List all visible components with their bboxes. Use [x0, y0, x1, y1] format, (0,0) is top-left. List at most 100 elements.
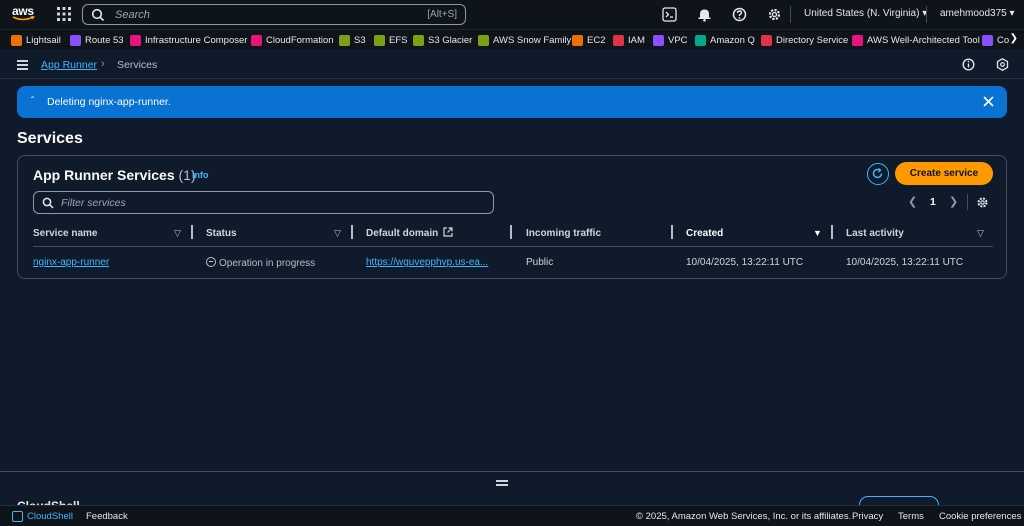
nav-divider	[926, 6, 927, 23]
favorite-infrastructure-composer[interactable]: Infrastructure Composer	[130, 33, 247, 47]
column-header-default-domain[interactable]: Default domain	[366, 228, 438, 239]
footer-cloudshell-link[interactable]: CloudShell	[27, 511, 73, 522]
previous-page-icon[interactable]: ❮	[908, 195, 917, 208]
status-cell: Operation in progress	[206, 257, 315, 269]
favorite-lightsail[interactable]: Lightsail	[11, 33, 61, 47]
sort-descending-icon[interactable]: ▼	[813, 228, 822, 238]
column-resizer[interactable]	[510, 225, 512, 239]
favorite-route53[interactable]: Route 53	[70, 33, 124, 47]
favorite-directory-service[interactable]: Directory Service	[761, 33, 848, 47]
current-page-number[interactable]: 1	[930, 196, 936, 208]
help-icon[interactable]	[732, 7, 747, 22]
cloudformation-icon	[251, 34, 262, 46]
favorite-label: Directory Service	[776, 34, 849, 46]
favorite-label: IAM	[628, 34, 645, 46]
footer-cookie-preferences-link[interactable]: Cookie preferences	[939, 511, 1021, 522]
table-settings-gear-icon[interactable]	[976, 196, 989, 209]
header-divider	[33, 246, 993, 247]
next-page-icon[interactable]: ❯	[949, 195, 958, 208]
search-shortcut: [Alt+S]	[427, 9, 457, 20]
global-search-input[interactable]: Search [Alt+S]	[82, 4, 466, 25]
spinner-icon: ˆ	[31, 96, 35, 107]
aws-logo[interactable]: aws	[12, 5, 36, 23]
panel-title-text: App Runner Services	[33, 167, 175, 183]
created-cell: 10/04/2025, 13:22:11 UTC	[686, 257, 804, 268]
services-table-container: App Runner Services (1) Info Create serv…	[17, 155, 1007, 279]
bell-icon[interactable]	[697, 7, 712, 22]
default-domain-link[interactable]: https://wguvepphvp.us-ea...	[366, 257, 488, 268]
favorite-co[interactable]: Co	[982, 33, 1009, 47]
favorite-label: Co	[997, 34, 1010, 46]
s3-icon	[339, 34, 350, 46]
account-menu[interactable]: amehmood375 ▾	[940, 8, 1015, 19]
footer: CloudShell Feedback © 2025, Amazon Web S…	[0, 505, 1024, 526]
favorite-vpc[interactable]: VPC	[653, 33, 688, 47]
route53-icon	[70, 34, 81, 46]
favorite-amazon-q[interactable]: Amazon Q	[695, 33, 755, 47]
service-name-link[interactable]: nginx-app-runner	[33, 257, 109, 268]
column-header-status[interactable]: Status	[206, 228, 237, 239]
favorite-label: Route 53	[85, 34, 124, 46]
favorite-efs[interactable]: EFS	[374, 33, 407, 47]
footer-terms-link[interactable]: Terms	[898, 511, 924, 522]
favorite-s3-glacier[interactable]: S3 Glacier	[413, 33, 472, 47]
favorite-iam[interactable]: IAM	[613, 33, 645, 47]
favorite-aws-snow-family[interactable]: AWS Snow Family	[478, 33, 571, 47]
favorite-ec2[interactable]: EC2	[572, 33, 605, 47]
column-resizer[interactable]	[351, 225, 353, 239]
favorite-label: Lightsail	[26, 34, 61, 46]
sort-icon[interactable]: ▽	[174, 228, 181, 239]
gear-icon[interactable]	[767, 7, 782, 22]
region-selector[interactable]: United States (N. Virginia) ▾	[804, 8, 927, 19]
info-link[interactable]: Info	[192, 170, 209, 180]
footer-privacy-link[interactable]: Privacy	[852, 511, 883, 522]
favorite-label: S3 Glacier	[428, 34, 473, 46]
filter-services-input[interactable]: Filter services	[33, 191, 494, 214]
breadcrumb-bar: App Runner › Services	[0, 50, 1024, 79]
incoming-traffic-cell: Public	[526, 257, 554, 268]
sort-icon[interactable]: ▽	[977, 228, 984, 239]
menu-icon[interactable]	[17, 60, 28, 70]
favorite-s3[interactable]: S3	[339, 33, 366, 47]
favorite-label: AWS Well-Architected Tool	[867, 34, 980, 46]
favorite-label: EC2	[587, 34, 606, 46]
infrastructure-composer-icon	[130, 34, 141, 46]
search-icon	[42, 197, 54, 209]
ec2-icon	[572, 34, 583, 46]
cloudshell-icon[interactable]	[662, 7, 677, 22]
resize-handle-icon[interactable]	[496, 480, 508, 486]
page-title: Services	[17, 130, 83, 147]
last-activity-cell: 10/04/2025, 13:22:11 UTC	[846, 257, 964, 268]
column-resizer[interactable]	[831, 225, 833, 239]
footer-copyright: © 2025, Amazon Web Services, Inc. or its…	[636, 511, 852, 522]
iam-icon	[613, 34, 624, 46]
chevron-right-icon[interactable]: ❯	[1010, 33, 1018, 44]
column-header-incoming-traffic: Incoming traffic	[526, 228, 602, 239]
breadcrumb-app-runner[interactable]: App Runner	[41, 59, 97, 71]
column-header-created[interactable]: Created	[686, 228, 723, 239]
column-header-last-activity[interactable]: Last activity	[846, 228, 904, 239]
in-progress-icon	[206, 257, 216, 267]
flash-notification: ˆ Deleting nginx-app-runner.	[17, 86, 1007, 118]
s3-glacier-icon	[413, 34, 424, 46]
favorite-well-architected-tool[interactable]: AWS Well-Architected Tool	[852, 33, 980, 47]
aws-logo-text: aws	[12, 4, 34, 18]
column-header-service-name[interactable]: Service name	[33, 228, 98, 239]
sort-icon[interactable]: ▽	[334, 228, 341, 239]
lightsail-icon	[11, 34, 22, 46]
help-panel-icon[interactable]	[996, 58, 1009, 71]
services-grid-icon[interactable]	[57, 7, 71, 21]
efs-icon	[374, 34, 385, 46]
close-icon[interactable]	[982, 95, 995, 108]
search-placeholder: Search	[115, 8, 150, 21]
snow-family-icon	[478, 34, 489, 46]
column-resizer[interactable]	[671, 225, 673, 239]
column-resizer[interactable]	[191, 225, 193, 239]
favorite-cloudformation[interactable]: CloudFormation	[251, 33, 334, 47]
refresh-button[interactable]	[867, 163, 889, 185]
footer-feedback-link[interactable]: Feedback	[86, 511, 128, 522]
favorite-label: CloudFormation	[266, 34, 334, 46]
favorite-label: Infrastructure Composer	[145, 34, 248, 46]
info-icon[interactable]	[962, 58, 975, 71]
create-service-button[interactable]: Create service	[895, 162, 993, 185]
